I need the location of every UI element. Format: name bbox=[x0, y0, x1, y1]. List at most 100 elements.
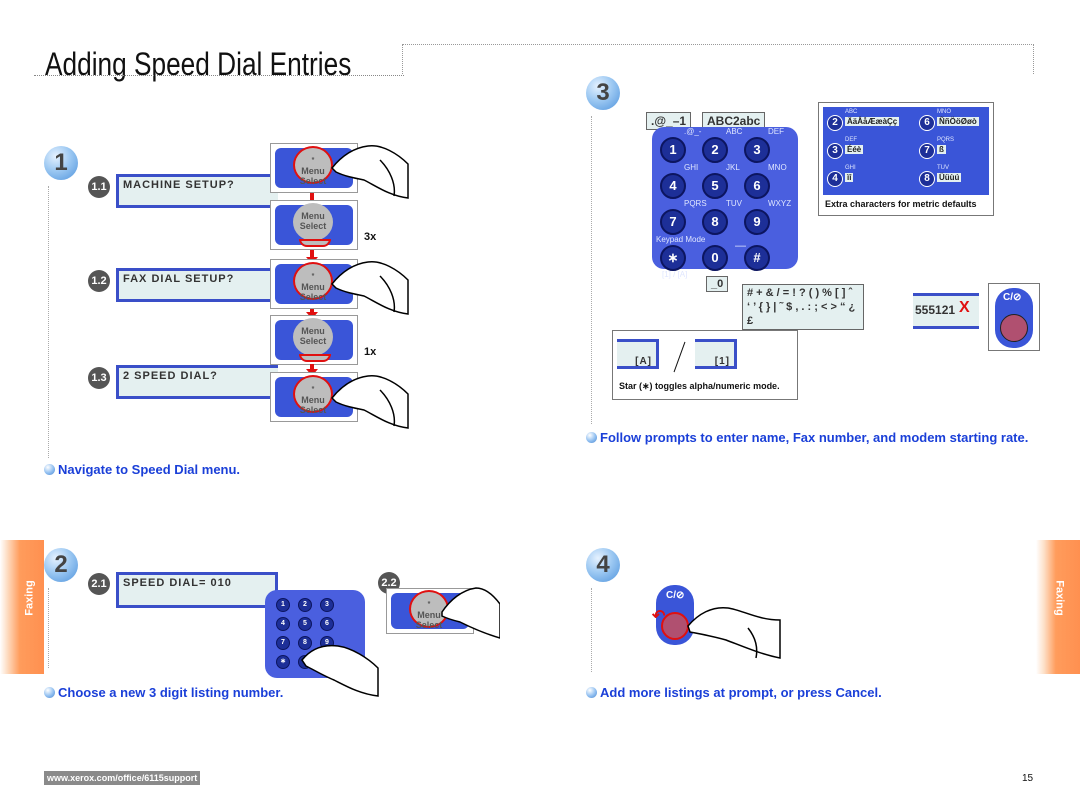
section-frame bbox=[402, 44, 1034, 74]
keypad-letters-label: JKL bbox=[726, 163, 740, 172]
clear-stop-icon: C/⊘ bbox=[1003, 292, 1022, 303]
keypad-letters-label: .@_- bbox=[684, 127, 702, 136]
mini-keypad-key[interactable]: ∗ bbox=[276, 655, 290, 669]
keypad-key-3[interactable]: 3 bbox=[744, 137, 770, 163]
mini-keypad-key[interactable]: 7 bbox=[276, 636, 290, 650]
extra-chars-digit: 3 bbox=[827, 143, 843, 159]
extra-chars-letters: TUV bbox=[937, 165, 949, 171]
clear-stop-icon: C/⊘ bbox=[666, 590, 685, 601]
entry-text: 555121 bbox=[915, 303, 956, 317]
mode-label: [1] / [A] bbox=[662, 270, 688, 279]
step-1-badge: 1 bbox=[44, 146, 78, 180]
hash-chars-callout: # + & / = ! ? ( ) % [ ] ˆ ‘ ’ { } | ˜ $ … bbox=[742, 284, 864, 330]
step-3-hint: Follow prompts to enter name, Fax number… bbox=[586, 430, 1028, 445]
clear-key-box: C/⊘ bbox=[988, 283, 1040, 351]
mini-keypad-key[interactable]: 1 bbox=[276, 598, 290, 612]
keypad-key-star[interactable]: ∗ bbox=[660, 245, 686, 271]
menu-select-button[interactable]: Menu Select bbox=[293, 318, 333, 356]
pointing-hand-icon bbox=[301, 644, 379, 697]
extra-chars-values: Üüùú bbox=[937, 173, 962, 182]
alpha-mode-lcd: [A] bbox=[617, 339, 659, 369]
space-label: — bbox=[735, 240, 746, 252]
keypad-key-9[interactable]: 9 bbox=[744, 209, 770, 235]
extra-chars-letters: MNO bbox=[937, 109, 951, 115]
title-rule bbox=[34, 75, 404, 76]
mini-keypad-key[interactable]: 2 bbox=[298, 598, 312, 612]
repeat-count-1x: 1x bbox=[364, 346, 377, 358]
extra-chars-values: ìî bbox=[845, 173, 854, 182]
step-4-hint: Add more listings at prompt, or press Ca… bbox=[586, 685, 882, 700]
substep-1-1-badge: 1.1 bbox=[88, 176, 110, 198]
keypad-letters-label: WXYZ bbox=[768, 199, 792, 208]
extra-chars-digit: 6 bbox=[919, 115, 935, 131]
pointing-hand-icon bbox=[330, 261, 409, 315]
page-number: 15 bbox=[1022, 773, 1034, 784]
keypad-key-8[interactable]: 8 bbox=[702, 209, 728, 235]
keypad-letters-label: TUV bbox=[726, 199, 742, 208]
mode-toggle-box: [A] [1] Star (∗) toggles alpha/numeric m… bbox=[612, 330, 798, 400]
pointing-hand-icon bbox=[687, 606, 781, 659]
step-2-badge: 2 bbox=[44, 548, 78, 582]
step-4-divider bbox=[591, 588, 592, 672]
keypad-key-5[interactable]: 5 bbox=[702, 173, 728, 199]
step-4-badge: 4 bbox=[586, 548, 620, 582]
keypad-key-hash[interactable]: # bbox=[744, 245, 770, 271]
lcd-text: MACHINE SETUP? bbox=[123, 179, 235, 191]
menu-down-panel: Menu Select bbox=[270, 315, 358, 365]
mini-keypad-key[interactable]: 4 bbox=[276, 617, 290, 631]
substep-2-1-badge: 2.1 bbox=[88, 573, 110, 595]
bullet-icon bbox=[586, 432, 597, 443]
section-tab-right[interactable]: Faxing bbox=[1036, 540, 1080, 674]
extra-chars-box: 2 ABC ÄäÅåÆæàÇç 6 MNO ÑñÖöØøò 3 DEF Ééè 7 PQRS ß 4 GH… bbox=[818, 102, 994, 216]
extra-chars-values: Ééè bbox=[845, 145, 864, 154]
section-tab-left[interactable]: Faxing bbox=[0, 540, 44, 674]
keypad-key-6[interactable]: 6 bbox=[744, 173, 770, 199]
section-tab-label: Faxing bbox=[1053, 580, 1066, 616]
key0-chars-callout: _0 bbox=[706, 276, 729, 292]
keypad-letters-label: GHI bbox=[684, 163, 699, 172]
mini-keypad-key[interactable]: 6 bbox=[320, 617, 334, 631]
menu-select-button[interactable]: * Menu Select bbox=[293, 375, 333, 415]
step-2-hint: Choose a new 3 digit listing number. bbox=[44, 685, 283, 700]
bullet-icon bbox=[44, 464, 55, 475]
step-3-divider bbox=[591, 116, 592, 424]
down-arrow-button[interactable] bbox=[299, 239, 331, 247]
footer-url[interactable]: www.xerox.com/office/6115support bbox=[44, 771, 201, 785]
step-1-hint: Navigate to Speed Dial menu. bbox=[44, 462, 240, 477]
menu-select-button[interactable]: Menu Select bbox=[293, 203, 333, 241]
mini-keypad-key[interactable]: 3 bbox=[320, 598, 334, 612]
extra-chars-caption: Extra characters for metric defaults bbox=[825, 199, 977, 209]
lcd-display-1-2: FAX DIAL SETUP? bbox=[116, 268, 278, 302]
undo-arrow-icon: ↶ bbox=[652, 608, 666, 625]
substep-1-2-badge: 1.2 bbox=[88, 270, 110, 292]
lcd-text: SPEED DIAL= 010 bbox=[123, 577, 232, 589]
keypad-key-1[interactable]: 1 bbox=[660, 137, 686, 163]
entry-lcd: 555121 X bbox=[913, 293, 979, 329]
extra-chars-letters: PQRS bbox=[937, 137, 955, 143]
keypad-key-7[interactable]: 7 bbox=[660, 209, 686, 235]
menu-select-button[interactable]: * Menu Select bbox=[293, 146, 333, 186]
section-tab-label: Faxing bbox=[23, 580, 36, 616]
keypad-letters-label: Keypad Mode bbox=[656, 235, 706, 244]
mini-keypad-key[interactable]: 5 bbox=[298, 617, 312, 631]
numeric-mode-lcd: [1] bbox=[695, 339, 737, 369]
pointing-hand-icon bbox=[441, 587, 500, 639]
stop-button[interactable] bbox=[1000, 314, 1028, 342]
bullet-icon bbox=[44, 687, 55, 698]
delete-x-icon: X bbox=[959, 299, 970, 316]
step-1-divider bbox=[48, 186, 49, 458]
extra-chars-values: ÄäÅåÆæàÇç bbox=[845, 117, 900, 126]
menu-select-button[interactable]: * Menu Select bbox=[293, 262, 333, 302]
keypad-key-4[interactable]: 4 bbox=[660, 173, 686, 199]
pointing-hand-icon bbox=[330, 145, 409, 199]
extra-chars-digit: 2 bbox=[827, 115, 843, 131]
keypad-key-2[interactable]: 2 bbox=[702, 137, 728, 163]
extra-chars-letters: ABC bbox=[845, 109, 858, 115]
down-arrow-button[interactable] bbox=[299, 354, 331, 362]
keypad-letters-label: MNO bbox=[768, 163, 787, 172]
step-2-divider bbox=[48, 588, 49, 668]
keypad-key-0[interactable]: 0 bbox=[702, 245, 728, 271]
page-title: Adding Speed Dial Entries bbox=[45, 46, 352, 82]
extra-chars-values: ÑñÖöØøò bbox=[937, 117, 979, 126]
substep-1-3-badge: 1.3 bbox=[88, 367, 110, 389]
